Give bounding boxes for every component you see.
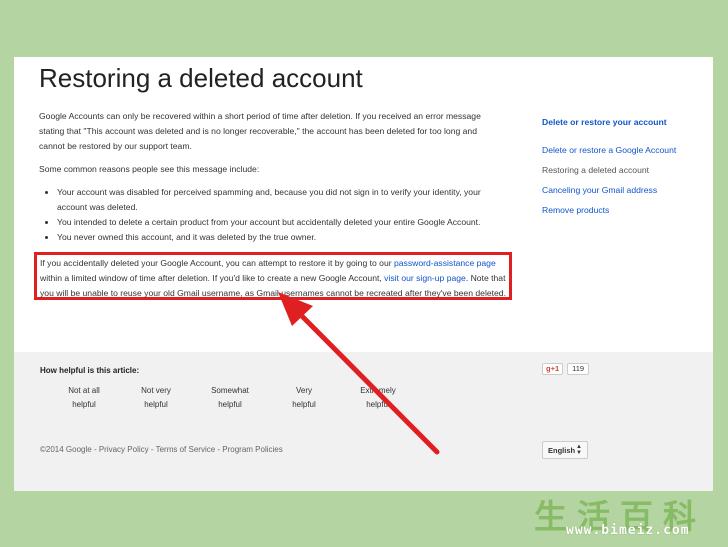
helpful-question: How helpful is this article: bbox=[40, 366, 140, 375]
list-item: You never owned this account, and it was… bbox=[57, 230, 504, 245]
copyright: ©2014 Google bbox=[40, 445, 92, 454]
program-policies-link[interactable]: Program Policies bbox=[222, 445, 282, 454]
watermark-logo: 生活百科 www.bimeiz.com bbox=[528, 490, 728, 547]
list-item: You intended to delete a certain product… bbox=[57, 215, 504, 230]
rating-somewhat[interactable]: Somewhat helpful bbox=[200, 384, 260, 412]
password-assistance-link[interactable]: password-assistance page bbox=[394, 258, 496, 268]
restore-paragraph: If you accidentally deleted your Google … bbox=[40, 258, 506, 298]
gplus-count: 119 bbox=[567, 363, 590, 375]
page-title: Restoring a deleted account bbox=[39, 63, 363, 93]
intro-paragraph: Google Accounts can only be recovered wi… bbox=[39, 111, 481, 151]
rating-not-at-all[interactable]: Not at all helpful bbox=[54, 384, 114, 412]
updown-chevron-icon: ▲ ▼ bbox=[576, 444, 582, 456]
sidebar-item-remove-products[interactable]: Remove products bbox=[542, 200, 707, 220]
rating-very[interactable]: Very helpful bbox=[274, 384, 334, 412]
gplus-button[interactable]: g+1 bbox=[542, 363, 564, 375]
sidebar-heading[interactable]: Delete or restore your account bbox=[542, 112, 707, 132]
footer: How helpful is this article: g+1 119 Not… bbox=[14, 352, 713, 491]
reasons-intro: Some common reasons people see this mess… bbox=[39, 164, 260, 174]
list-item: Your account was disabled for perceived … bbox=[57, 185, 504, 215]
sidebar-item-restoring: Restoring a deleted account bbox=[542, 165, 650, 175]
language-select[interactable]: English ▲ ▼ bbox=[542, 441, 588, 459]
rating-not-very[interactable]: Not very helpful bbox=[126, 384, 186, 412]
sidebar-item-delete-restore[interactable]: Delete or restore a Google Account bbox=[542, 140, 707, 160]
terms-of-service-link[interactable]: Terms of Service bbox=[156, 445, 216, 454]
legal-links: ©2014 Google - Privacy Policy - Terms of… bbox=[40, 445, 283, 454]
sidebar-item-canceling-gmail[interactable]: Canceling your Gmail address bbox=[542, 180, 707, 200]
gplus-widget: g+1 119 bbox=[542, 363, 590, 375]
language-value: English bbox=[548, 445, 576, 455]
article-body: Google Accounts can only be recovered wi… bbox=[39, 109, 504, 253]
watermark-url: www.bimeiz.com bbox=[566, 523, 690, 538]
sidebar-nav: Delete or restore your account Delete or… bbox=[542, 112, 707, 220]
signup-link[interactable]: visit our sign-up page bbox=[384, 273, 466, 283]
rating-extremely[interactable]: Extremely helpful bbox=[348, 384, 408, 412]
privacy-policy-link[interactable]: Privacy Policy bbox=[99, 445, 149, 454]
help-article-page: Restoring a deleted account Google Accou… bbox=[14, 57, 713, 491]
reasons-list: Your account was disabled for perceived … bbox=[39, 185, 504, 245]
